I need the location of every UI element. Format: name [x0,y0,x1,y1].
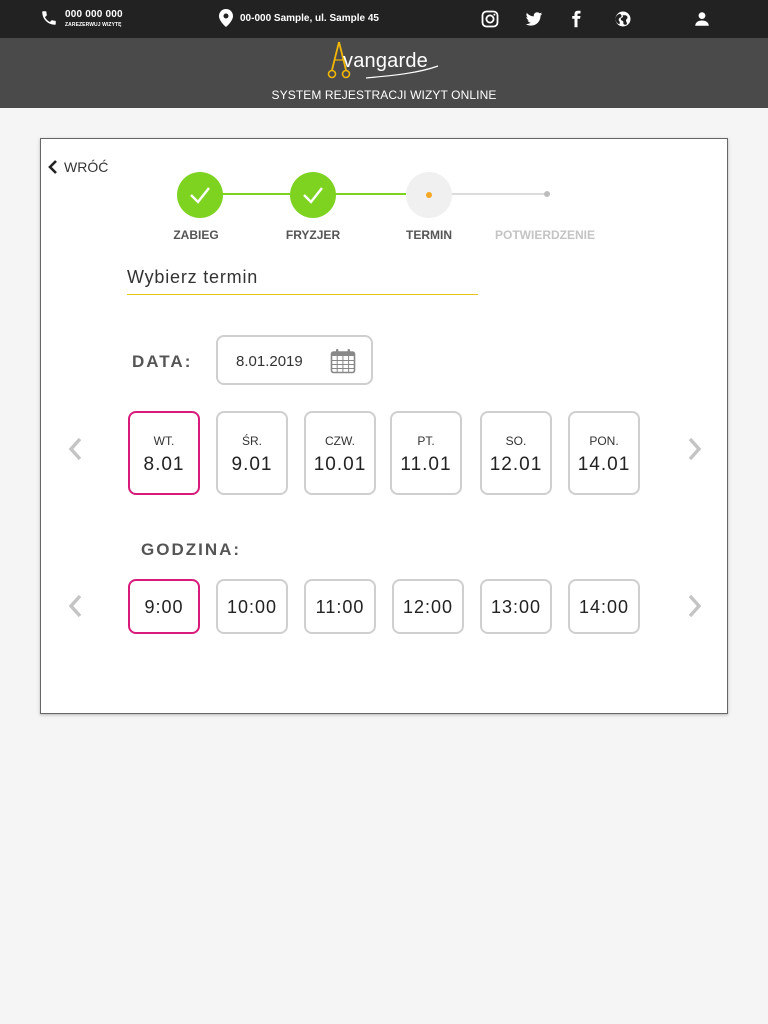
hour-value: 14:00 [578,597,630,617]
hour-tile[interactable]: 10:00 [216,579,288,634]
step-zabieg-check[interactable] [177,172,223,218]
date-picker-field[interactable]: 8.01.2019 [216,335,373,385]
day-date: 9.01 [231,454,273,475]
hour-value: 10:00 [226,597,278,617]
step-label-potwierdzenie: POTWIERDZENIE [494,228,595,242]
day-date: 8.01 [143,454,185,475]
back-button[interactable]: WRÓĆ [48,158,108,176]
logo-text: vangarde [343,50,428,72]
date-value: 8.01.2019 [236,353,303,370]
day-name: PON. [589,434,619,448]
step-label-termin: TERMIN [406,228,452,242]
hour-tile[interactable]: 12:00 [392,579,464,634]
date-label: DATA: [132,352,193,371]
day-tile[interactable]: ŚR. 9.01 [216,411,288,495]
back-label: WRÓĆ [64,159,109,175]
step-connector [452,193,546,195]
hour-value: 12:00 [402,597,454,617]
hour-label: GODZINA: [141,540,242,559]
day-tile[interactable]: WT. 8.01 [128,411,200,495]
step-connector [222,193,290,195]
day-tile[interactable]: SO. 12.01 [480,411,552,495]
step-fryzjer-check[interactable] [290,172,336,218]
day-date: 12.01 [489,454,543,475]
day-tile[interactable]: CZW. 10.01 [304,411,376,495]
globe-icon[interactable] [614,10,632,28]
current-step-dot [426,192,432,198]
step-termin-current [406,172,452,218]
phone-icon[interactable] [40,9,58,27]
header-subtitle: SYSTEM REJESTRACJI WIZYT ONLINE [271,88,497,102]
map-pin-icon [219,9,233,27]
address-text: 00-000 Sample, ul. Sample 45 [240,13,379,24]
user-icon[interactable] [693,10,711,28]
hour-value: 13:00 [490,597,542,617]
phone-number[interactable]: 000 000 000 [65,9,123,20]
day-name: SO. [505,434,527,448]
day-date: 11.01 [400,454,452,475]
day-name: CZW. [325,434,355,448]
day-date: 14.01 [577,454,631,475]
phone-subtitle: ZAREZERWUJ WIZYTĘ [65,22,122,28]
instagram-icon[interactable] [481,10,499,28]
day-name: ŚR. [241,434,262,448]
day-tile[interactable]: PON. 14.01 [568,411,640,495]
chevron-left-icon [48,160,57,174]
step-label-zabieg: ZABIEG [173,228,219,242]
hours-next-arrow-icon[interactable] [687,593,703,619]
step-potwierdzenie-dot [544,191,550,197]
hour-tile[interactable]: 14:00 [568,579,640,634]
day-name: WT. [153,434,175,448]
day-name: PT. [417,434,435,448]
days-next-arrow-icon[interactable] [687,436,703,462]
hour-tile[interactable]: 13:00 [480,579,552,634]
facebook-icon[interactable] [567,10,585,28]
checkmark-icon [303,187,323,204]
hours-prev-arrow-icon[interactable] [67,593,83,619]
days-prev-arrow-icon[interactable] [67,436,83,462]
section-title: Wybierz termin [127,267,259,287]
top-bar: 000 000 000 ZAREZERWUJ WIZYTĘ 00-000 Sam… [0,0,768,38]
section-underline [127,294,478,295]
step-connector [335,193,407,195]
calendar-icon[interactable] [330,348,356,374]
checkmark-icon [190,187,210,204]
day-tile[interactable]: PT. 11.01 [390,411,462,495]
hour-tile[interactable]: 11:00 [304,579,376,634]
step-label-fryzjer: FRYZJER [285,228,341,242]
hour-value: 11:00 [315,597,365,617]
hour-tile[interactable]: 9:00 [128,579,200,634]
day-date: 10.01 [313,454,367,475]
hour-value: 9:00 [144,597,184,617]
twitter-icon[interactable] [525,10,543,28]
